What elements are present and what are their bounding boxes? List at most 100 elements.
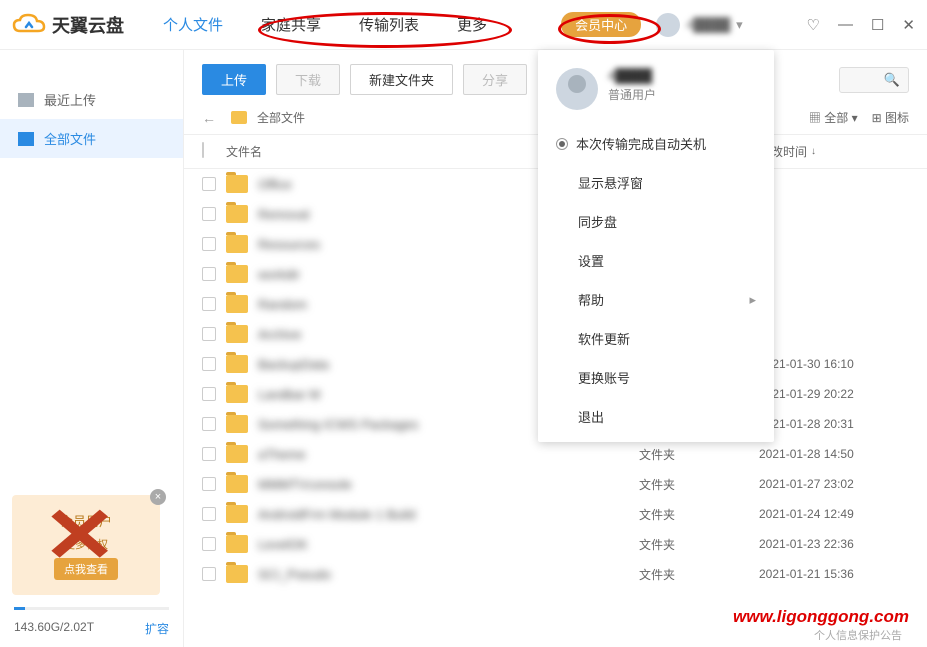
folder-icon — [226, 565, 248, 583]
filter-all[interactable]: ▦ 全部 ▾ — [809, 109, 858, 126]
upload-button[interactable]: 上传 — [202, 64, 266, 95]
file-name: AndroidFrm Module 1 Build — [258, 507, 639, 522]
file-date: 2021-01-23 22:36 — [759, 537, 909, 551]
close-button[interactable]: ✕ — [902, 16, 915, 34]
download-button[interactable]: 下载 — [276, 64, 340, 95]
dd-switch[interactable]: 更换账号 — [538, 358, 774, 397]
folder-icon — [226, 175, 248, 193]
cloud-icon — [12, 13, 46, 37]
back-icon[interactable]: ← — [202, 110, 216, 126]
avatar-icon — [556, 68, 598, 110]
chevron-right-icon: ▸ — [749, 292, 756, 308]
row-checkbox[interactable] — [202, 477, 216, 491]
dd-help[interactable]: 帮助 ▸ — [538, 280, 774, 319]
file-date: 2021-01-28 14:50 — [759, 447, 909, 461]
file-date: 2021-01-27 23:02 — [759, 477, 909, 491]
sidebar-all-files[interactable]: 全部文件 — [0, 119, 183, 158]
select-all-checkbox[interactable] — [202, 142, 204, 158]
watermark: www.ligonggong.com — [733, 607, 909, 627]
search-input[interactable]: 🔍 — [839, 67, 909, 93]
row-checkbox[interactable] — [202, 387, 216, 401]
dd-settings[interactable]: 设置 — [538, 241, 774, 280]
table-row[interactable]: aTheme文件夹2021-01-28 14:50 — [184, 439, 927, 469]
dd-username: 4████ — [608, 68, 656, 83]
search-icon: 🔍 — [884, 72, 900, 88]
row-checkbox[interactable] — [202, 177, 216, 191]
folder-icon — [226, 505, 248, 523]
folder-icon — [226, 355, 248, 373]
breadcrumb-root[interactable]: 全部文件 — [257, 109, 305, 126]
view-mode[interactable]: ⊞ 图标 — [872, 109, 909, 126]
row-checkbox[interactable] — [202, 207, 216, 221]
username: 4████ — [686, 17, 730, 32]
dd-show-float[interactable]: 显示悬浮窗 — [538, 163, 774, 202]
folder-icon — [226, 475, 248, 493]
promo-card[interactable]: × 会员用户 更多特权 点我查看 ✕ — [12, 495, 160, 595]
new-folder-button[interactable]: 新建文件夹 — [350, 64, 453, 95]
storage-bar — [14, 607, 169, 610]
file-date: 2021-01-28 20:31 — [759, 417, 909, 431]
file-type: 文件夹 — [639, 506, 759, 523]
sidebar: 最近上传 全部文件 × 会员用户 更多特权 点我查看 ✕ 143.60G/2.0… — [0, 50, 184, 647]
sidebar-recent[interactable]: 最近上传 — [0, 80, 183, 119]
vip-button[interactable]: 会员中心 — [561, 12, 641, 37]
expand-link[interactable]: 扩容 — [145, 620, 169, 637]
share-button[interactable]: 分享 — [463, 64, 527, 95]
row-checkbox[interactable] — [202, 537, 216, 551]
user-dropdown: 4████ 普通用户 本次传输完成自动关机 显示悬浮窗 同步盘 设置 帮助 ▸ … — [538, 50, 774, 442]
table-row[interactable]: AndroidFrm Module 1 Build文件夹2021-01-24 1… — [184, 499, 927, 529]
nav-family[interactable]: 家庭共享 — [247, 10, 335, 39]
row-checkbox[interactable] — [202, 417, 216, 431]
row-checkbox[interactable] — [202, 297, 216, 311]
file-date: 2021-01-30 16:10 — [759, 357, 909, 371]
file-name: MMMTVconsole — [258, 477, 639, 492]
dd-update[interactable]: 软件更新 — [538, 319, 774, 358]
table-row[interactable]: SCI_Pseudo文件夹2021-01-21 15:36 — [184, 559, 927, 589]
app-name: 天翼云盘 — [52, 12, 124, 38]
user-chip[interactable]: 4████ ▾ — [656, 13, 743, 37]
file-type: 文件夹 — [639, 536, 759, 553]
file-type: 文件夹 — [639, 476, 759, 493]
file-name: LevelOK — [258, 537, 639, 552]
file-name: aTheme — [258, 447, 639, 462]
main-nav: 个人文件 家庭共享 传输列表 更多 — [149, 10, 501, 39]
sidebar-recent-label: 最近上传 — [44, 90, 96, 109]
folder-icon — [226, 385, 248, 403]
sidebar-all-label: 全部文件 — [44, 129, 96, 148]
minimize-button[interactable]: — — [838, 16, 853, 34]
row-checkbox[interactable] — [202, 237, 216, 251]
table-row[interactable]: LevelOK文件夹2021-01-23 22:36 — [184, 529, 927, 559]
nav-more[interactable]: 更多 — [443, 10, 501, 39]
row-checkbox[interactable] — [202, 357, 216, 371]
storage-text: 143.60G/2.02T — [14, 620, 94, 637]
row-checkbox[interactable] — [202, 267, 216, 281]
folder-icon — [231, 111, 247, 124]
folder-icon — [226, 265, 248, 283]
row-checkbox[interactable] — [202, 507, 216, 521]
row-checkbox[interactable] — [202, 327, 216, 341]
red-x-overlay: ✕ — [42, 491, 117, 580]
window-controls: ♡ — ☐ ✕ — [807, 16, 915, 34]
dd-exit[interactable]: 退出 — [538, 397, 774, 436]
bell-icon[interactable]: ♡ — [807, 16, 820, 34]
nav-transfer[interactable]: 传输列表 — [345, 10, 433, 39]
maximize-button[interactable]: ☐ — [871, 16, 884, 34]
col-date[interactable]: 修改时间 ↓ — [759, 143, 909, 160]
row-checkbox[interactable] — [202, 567, 216, 581]
chevron-down-icon: ▾ — [736, 17, 743, 33]
folder-icon — [226, 415, 248, 433]
dd-auto-shutdown[interactable]: 本次传输完成自动关机 — [538, 124, 774, 163]
promo-close-icon[interactable]: × — [150, 489, 166, 505]
folder-icon — [226, 295, 248, 313]
table-row[interactable]: MMMTVconsole文件夹2021-01-27 23:02 — [184, 469, 927, 499]
dd-help-label: 帮助 — [578, 290, 604, 309]
row-checkbox[interactable] — [202, 447, 216, 461]
folder-icon — [226, 235, 248, 253]
footer-note: 个人信息保护公告 — [814, 627, 902, 643]
file-date: 2021-01-29 20:22 — [759, 387, 909, 401]
clock-icon — [18, 93, 34, 107]
folder-icon — [226, 535, 248, 553]
dd-sync[interactable]: 同步盘 — [538, 202, 774, 241]
nav-personal[interactable]: 个人文件 — [149, 10, 237, 39]
dd-user-info: 4████ 普通用户 — [538, 50, 774, 124]
